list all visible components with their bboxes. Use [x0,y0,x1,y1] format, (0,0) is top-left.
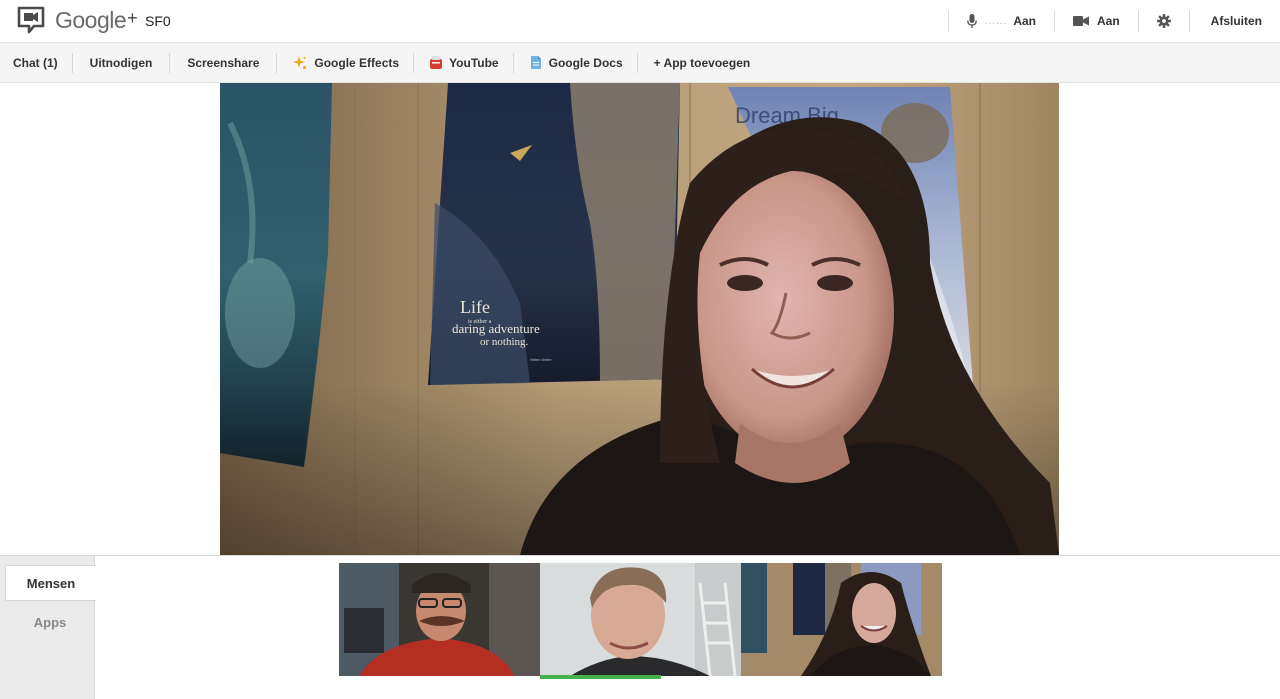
google-docs-button[interactable]: Google Docs [514,43,637,83]
youtube-button[interactable]: YouTube [414,43,513,83]
participant-thumbnail-speaking[interactable] [540,563,741,676]
video-camera-icon [1072,16,1089,26]
chat-button[interactable]: Chat (1) [0,43,72,83]
participant-video [540,563,741,676]
microphone-toggle[interactable]: ...... Aan [949,0,1054,42]
add-app-button[interactable]: + App toevoegen [638,43,767,83]
google-plus-brand[interactable]: Google+ [55,7,138,34]
gear-icon [1156,14,1171,28]
participant-video [741,563,942,676]
main-stage: Life is either a daring adventure or not… [0,83,1280,555]
mic-level-meter: ...... [984,15,1008,27]
call-controls: ...... Aan Aan Afsluiten [947,0,1280,42]
side-tabs: Mensen Apps [0,556,96,699]
main-video-feed[interactable]: Life is either a daring adventure or not… [220,83,1059,555]
participant-thumbnail[interactable] [741,563,942,676]
poster-text: Helen Keller [530,357,552,362]
docs-icon [530,56,541,69]
camera-toggle[interactable]: Aan [1055,0,1138,42]
hangout-logo-icon [17,6,45,34]
participants-panel: Mensen Apps [0,555,1280,699]
microphone-icon [966,13,977,28]
screenshare-button[interactable]: Screenshare [170,43,276,83]
top-bar: Google+ SF0 ...... Aan Aan Afsluiten [0,0,1280,43]
youtube-icon [430,56,443,69]
leave-call-button[interactable]: Afsluiten [1190,0,1280,42]
poster-text: or nothing. [480,336,529,348]
participant-thumbnails [339,563,942,676]
poster-text: Life [460,297,490,317]
google-effects-button[interactable]: Google Effects [277,43,413,83]
tab-apps[interactable]: Apps [5,604,95,640]
room-name: SF0 [145,13,171,29]
youtube-label: YouTube [449,55,499,70]
invite-button[interactable]: Uitnodigen [73,43,170,83]
sparkle-icon [293,55,307,69]
google-docs-label: Google Docs [548,55,623,70]
settings-button[interactable] [1139,0,1189,42]
app-toolbar: Chat (1) Uitnodigen Screenshare Google E… [0,43,1280,83]
camera-state-label: Aan [1096,14,1120,28]
participant-video [339,563,540,676]
speaking-indicator [540,675,661,679]
main-video-image: Life is either a daring adventure or not… [220,83,1059,555]
google-effects-label: Google Effects [314,55,400,70]
mic-state-label: Aan [1013,14,1036,28]
participant-thumbnail[interactable] [339,563,540,676]
tab-people[interactable]: Mensen [5,565,96,601]
poster-text: daring adventure [452,321,540,336]
